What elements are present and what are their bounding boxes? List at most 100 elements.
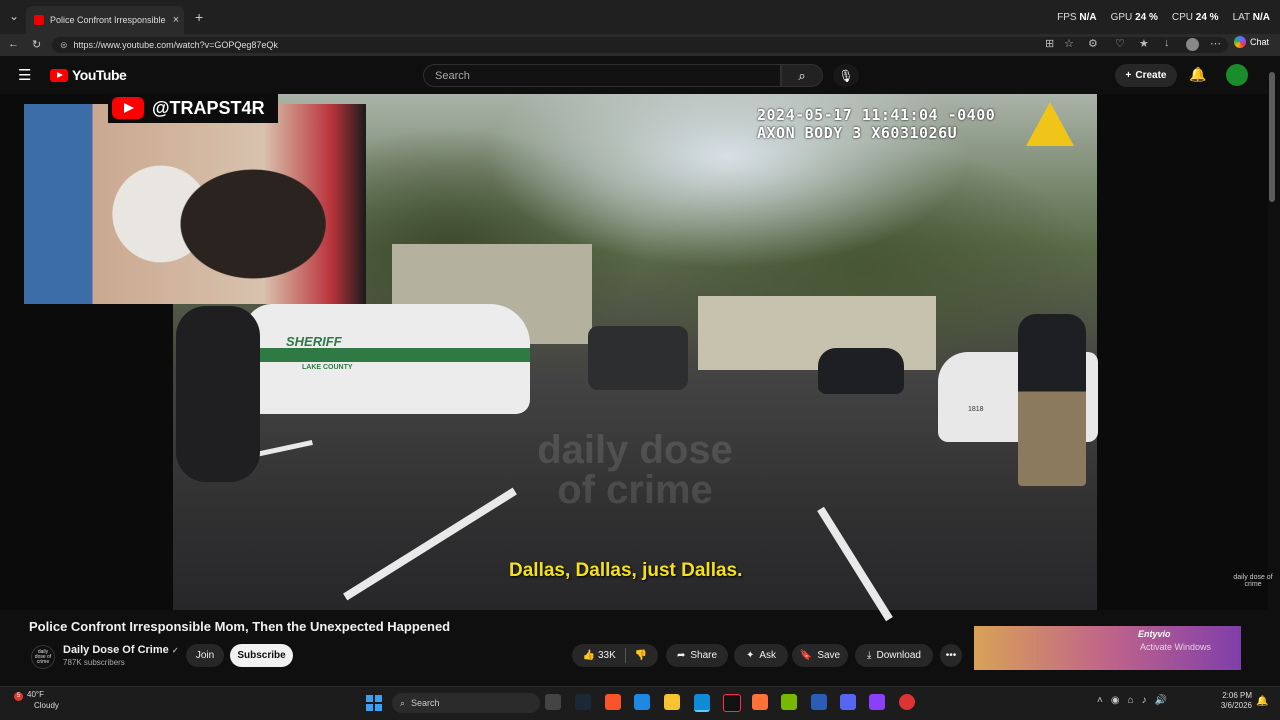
profile-avatar[interactable] xyxy=(1186,38,1199,51)
speaker-icon[interactable]: 🔊 xyxy=(1155,695,1167,706)
like-button[interactable]: 👍 33K xyxy=(583,650,616,661)
performance-overlay: FPS N/A GPU 24 % CPU 24 % LAT N/A xyxy=(1057,12,1270,23)
streamer-handle-badge: @TRAPST4R xyxy=(108,93,278,123)
corner-watermark: daily dose of crime xyxy=(1233,574,1273,588)
streamer-webcam xyxy=(24,104,366,304)
like-dislike-group: 👍 33K 👎 xyxy=(572,644,658,667)
edge-icon[interactable] xyxy=(694,694,710,712)
thumbs-down-icon: 👎 xyxy=(634,650,648,661)
app-icon[interactable] xyxy=(811,694,827,710)
download-button[interactable]: ⤓ Download xyxy=(855,644,933,667)
ad-brand: Entyvio xyxy=(1138,629,1171,639)
new-tab-icon[interactable]: + xyxy=(195,9,203,25)
dislike-button[interactable]: 👎 xyxy=(635,650,647,661)
steam-tray-icon[interactable]: ◉ xyxy=(1111,695,1120,706)
account-avatar[interactable] xyxy=(1226,64,1248,86)
axon-logo-icon xyxy=(1026,102,1074,146)
dark-sedan xyxy=(818,348,904,394)
task-view-icon[interactable] xyxy=(545,694,561,710)
taskbar-search[interactable]: ⌕ Search xyxy=(392,693,540,713)
like-divider xyxy=(624,648,626,663)
fps-readout: FPS N/A xyxy=(1057,12,1097,23)
subscribe-button[interactable]: Subscribe xyxy=(230,644,293,667)
sparkle-icon: ✦ xyxy=(745,650,755,661)
foreground-object xyxy=(176,306,260,482)
back-icon[interactable]: ← xyxy=(8,38,19,50)
copilot-icon xyxy=(1234,36,1246,48)
channel-avatar[interactable]: daily dose of crime xyxy=(31,645,55,669)
brave-icon[interactable] xyxy=(605,694,621,710)
sheriff-suv: SHERIFF LAKE COUNTY xyxy=(244,304,530,414)
bookmark-icon: 🔖 xyxy=(799,650,813,661)
chevron-up-icon[interactable]: ˄ xyxy=(1097,695,1103,706)
scrollbar-thumb[interactable] xyxy=(1269,72,1275,202)
browser-tab[interactable]: Police Confront Irresponsible Mom × xyxy=(26,6,184,34)
save-button[interactable]: 🔖 Save xyxy=(792,644,848,667)
network-icon[interactable]: ⌂ xyxy=(1128,695,1134,706)
video-title: Police Confront Irresponsible Mom, Then … xyxy=(29,619,451,634)
calculator-icon[interactable] xyxy=(869,694,885,710)
gpu-readout: GPU 24 % xyxy=(1110,12,1158,23)
nvidia-icon[interactable] xyxy=(781,694,797,710)
download-icon: ⤓ xyxy=(867,650,872,661)
cpu-readout: CPU 24 % xyxy=(1171,12,1219,23)
officer-figure xyxy=(1018,314,1086,486)
plus-icon: + xyxy=(1125,70,1132,81)
lake-county-text: LAKE COUNTY xyxy=(302,364,353,371)
favorites-icon[interactable]: ★ xyxy=(1139,37,1149,50)
share-icon: ➦ xyxy=(676,650,686,661)
system-tray: ˄ ◉ ⌂ ♪ 🔊 xyxy=(1097,695,1167,706)
sheriff-stripe xyxy=(244,348,530,362)
microphone-icon: 🎙 xyxy=(838,68,854,83)
tiktok-icon[interactable] xyxy=(723,694,741,712)
youtube-play-icon xyxy=(50,68,68,82)
site-info-icon[interactable]: ⊜ xyxy=(60,40,68,51)
favorite-star-icon[interactable]: ☆ xyxy=(1064,37,1074,50)
app-icon[interactable] xyxy=(899,694,915,710)
reload-icon[interactable]: ↻ xyxy=(32,38,41,51)
tab-close-icon[interactable]: × xyxy=(168,14,184,26)
create-button[interactable]: + Create xyxy=(1115,64,1177,87)
extensions-icon[interactable]: ⚙ xyxy=(1088,37,1098,50)
notifications-bell-icon[interactable]: 🔔 xyxy=(1189,66,1206,83)
voice-search-button[interactable]: 🎙 xyxy=(833,64,859,87)
firefox-icon[interactable] xyxy=(752,694,768,710)
hamburger-menu-icon[interactable]: ☰ xyxy=(18,66,31,84)
steam-icon[interactable] xyxy=(575,694,591,710)
file-explorer-icon[interactable] xyxy=(664,694,680,710)
discord-icon[interactable] xyxy=(840,694,856,710)
weather-widget[interactable]: 5 40°F Cloudy xyxy=(14,690,59,711)
lat-readout: LAT N/A xyxy=(1232,12,1270,23)
weather-badge: 5 xyxy=(14,692,23,701)
microphone-icon[interactable]: ♪ xyxy=(1142,695,1147,706)
tab-title: Police Confront Irresponsible Mom xyxy=(50,15,168,25)
app-available-icon[interactable]: ⊞ xyxy=(1045,37,1054,50)
more-menu-icon[interactable]: ⋯ xyxy=(1210,37,1221,50)
ask-button[interactable]: ✦ Ask xyxy=(734,644,788,667)
youtube-badge-icon xyxy=(112,97,144,119)
app-icon[interactable] xyxy=(634,694,650,710)
copilot-chat-button[interactable]: Chat xyxy=(1234,36,1269,48)
youtube-logo[interactable]: YouTube xyxy=(50,67,127,83)
youtube-favicon-icon xyxy=(34,15,44,25)
windows-start-icon[interactable] xyxy=(366,695,382,711)
video-watermark: daily dose of crime xyxy=(537,428,733,512)
activate-windows-watermark: Activate Windows xyxy=(1140,642,1212,652)
channel-name[interactable]: Daily Dose Of Crime ✓ xyxy=(63,644,179,656)
search-input[interactable]: Search xyxy=(423,64,781,87)
performance-icon[interactable]: ♡ xyxy=(1115,37,1125,50)
more-actions-button[interactable]: ••• xyxy=(940,644,962,667)
page-bottom-strip xyxy=(0,676,1268,686)
car-number: 1818 xyxy=(968,406,984,413)
downloads-icon[interactable]: ↓ xyxy=(1164,37,1170,49)
join-button[interactable]: Join xyxy=(186,644,224,667)
tab-list-icon[interactable]: ⌄ xyxy=(9,9,19,23)
taskbar-clock[interactable]: 2:06 PM 3/6/2026 xyxy=(1214,691,1252,711)
search-button[interactable]: ⌕ xyxy=(781,64,823,87)
search-icon: ⌕ xyxy=(400,697,406,708)
share-button[interactable]: ➦ Share xyxy=(666,644,728,667)
thumbs-up-icon: 👍 xyxy=(582,650,596,661)
video-subtitle: Dallas, Dallas, just Dallas. xyxy=(509,560,743,581)
notification-bell-icon[interactable]: 🔔 xyxy=(1256,696,1268,707)
sheriff-text: SHERIFF xyxy=(286,334,342,349)
